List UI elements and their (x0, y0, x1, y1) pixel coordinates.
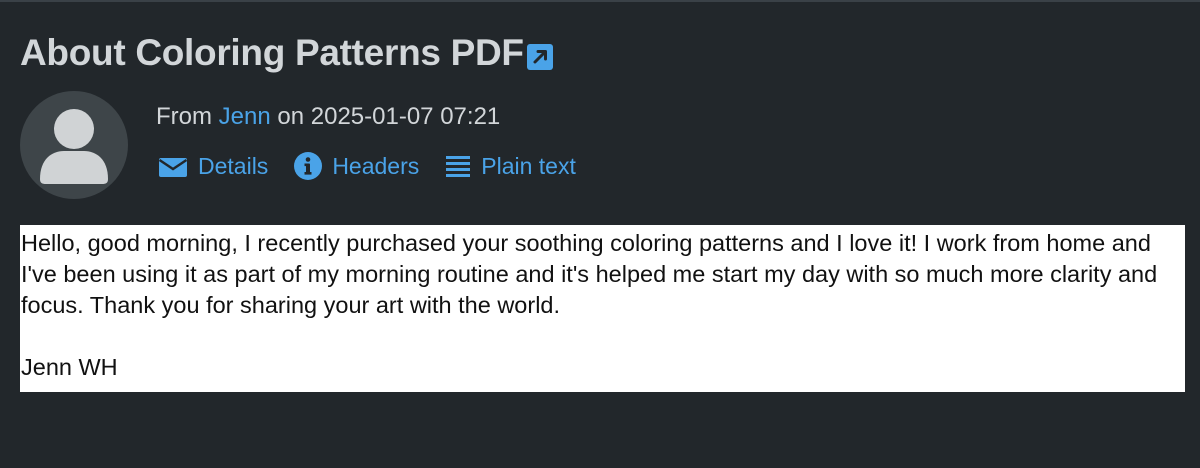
external-link-icon[interactable] (526, 43, 554, 71)
message-actions: Details Headers Plain text (156, 148, 600, 184)
timestamp: 2025-01-07 07:21 (310, 103, 501, 130)
details-label: Details (198, 152, 269, 179)
message-signature: Jenn WH (21, 354, 118, 380)
sender-link[interactable]: Jenn (219, 103, 271, 130)
user-icon (40, 109, 108, 184)
info-icon (294, 152, 323, 180)
top-divider (0, 0, 1200, 2)
envelope-icon (158, 158, 188, 177)
message-body-text: Hello, good morning, I recently purchase… (21, 230, 1158, 318)
details-button[interactable]: Details (156, 153, 268, 180)
message-header: About Coloring Patterns PDF (20, 30, 554, 76)
message-body: Hello, good morning, I recently purchase… (20, 225, 1185, 392)
headers-button[interactable]: Headers (292, 150, 419, 182)
message-meta: From Jenn on 2025-01-07 07:21 (156, 100, 500, 134)
plain-text-button[interactable]: Plain text (443, 151, 576, 181)
from-line: From Jenn on 2025-01-07 07:21 (156, 100, 500, 134)
lines-icon (446, 156, 471, 177)
message-title: About Coloring Patterns PDF (20, 32, 524, 73)
from-label: From (156, 103, 212, 130)
headers-label: Headers (332, 152, 420, 179)
plain-text-label: Plain text (481, 152, 576, 179)
on-label: on (277, 103, 305, 130)
avatar (20, 91, 128, 199)
